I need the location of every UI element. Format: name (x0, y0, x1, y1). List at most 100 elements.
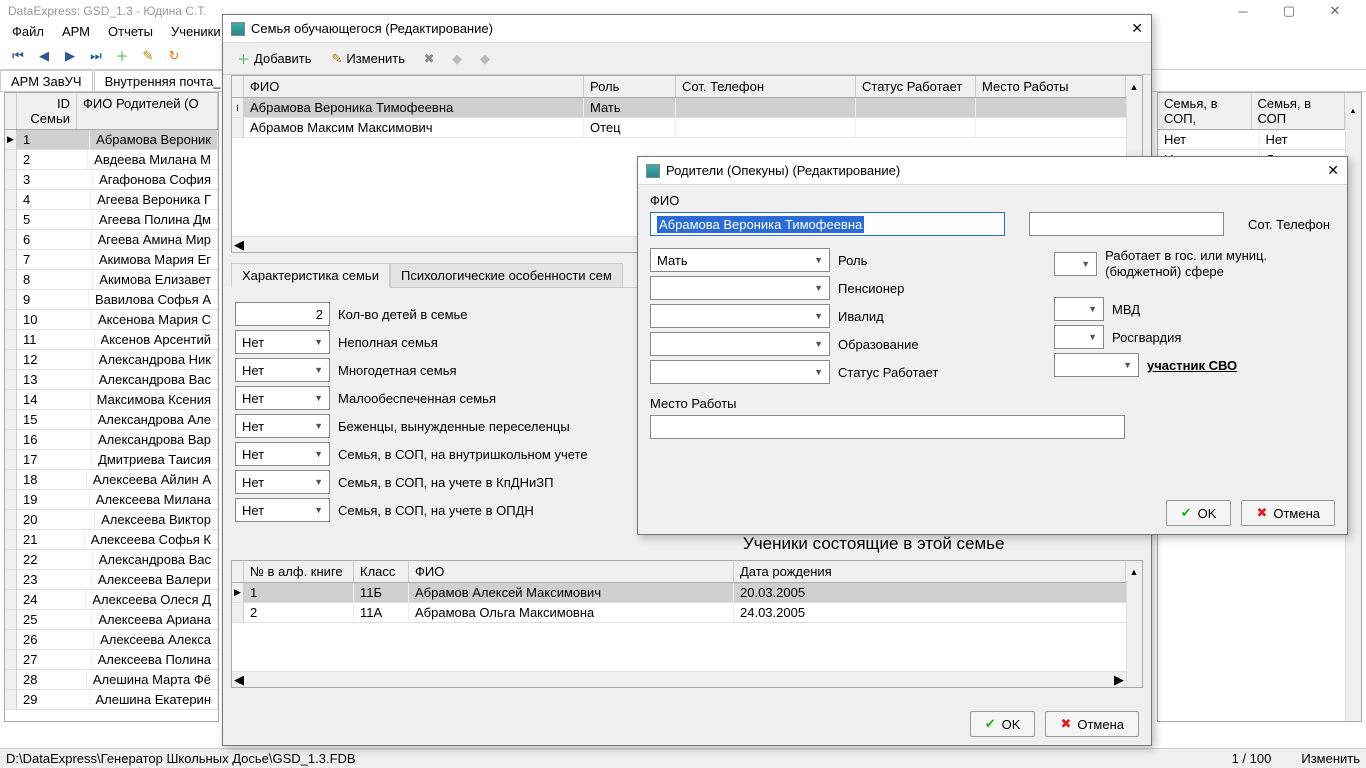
tab-psych[interactable]: Психологические особенности сем (390, 263, 623, 287)
table-row[interactable]: 27Алексеева Полина (5, 650, 218, 670)
edu-combo[interactable]: ▼ (650, 332, 830, 356)
tab-characteristics[interactable]: Характеристика семьи (231, 263, 390, 288)
edit-icon[interactable]: ✎ (136, 44, 160, 68)
status-combo[interactable]: ▼ (650, 360, 830, 384)
refugee-combo[interactable]: Нет▼ (235, 414, 330, 438)
many-combo[interactable]: Нет▼ (235, 358, 330, 382)
tab-mail[interactable]: Внутренняя почта_ (94, 70, 232, 91)
table-row[interactable]: 7Акимова Мария Ег (5, 250, 218, 270)
svo-combo[interactable]: ▼ (1054, 353, 1139, 377)
rosg-combo[interactable]: ▼ (1054, 325, 1104, 349)
col-fio[interactable]: ФИО Родителей (О (77, 93, 218, 129)
col-role[interactable]: Роль (584, 76, 676, 97)
add-button[interactable]: ＋Добавить (229, 46, 319, 71)
scrollbar-v[interactable] (1126, 581, 1142, 687)
edit-button[interactable]: ✎Изменить (323, 48, 413, 70)
maximize-button[interactable]: ▢ (1266, 0, 1312, 22)
table-row[interactable]: 13Александрова Вас (5, 370, 218, 390)
table-row[interactable]: 3Агафонова София (5, 170, 218, 190)
table-row[interactable]: 26Алексеева Алекса (5, 630, 218, 650)
sop2-combo[interactable]: Нет▼ (235, 470, 330, 494)
svo-link[interactable]: участник СВО (1147, 358, 1237, 373)
kids-count-input[interactable]: 2 (235, 302, 330, 326)
gov-combo[interactable]: ▼ (1054, 252, 1097, 276)
col-id[interactable]: ID Семьи (17, 93, 77, 129)
role-combo[interactable]: Мать▼ (650, 248, 830, 272)
table-row[interactable]: Абрамов Максим Максимович Отец (232, 118, 1142, 138)
table-row[interactable]: 17Дмитриева Таисия (5, 450, 218, 470)
col-work[interactable]: Место Работы (976, 76, 1126, 97)
nav-prev-icon[interactable]: ◀ (32, 44, 56, 68)
table-row[interactable]: 2Авдеева Милана М (5, 150, 218, 170)
table-row[interactable]: 25Алексеева Ариана (5, 610, 218, 630)
table-row[interactable]: 19Алексеева Милана (5, 490, 218, 510)
close-icon[interactable]: ✕ (1327, 162, 1339, 179)
ok-button[interactable]: ✔OK (970, 711, 1036, 737)
table-row[interactable]: 20Алексеева Виктор (5, 510, 218, 530)
table-row[interactable]: 23Алексеева Валери (5, 570, 218, 590)
table-row[interactable]: 28Алешина Марта Фё (5, 670, 218, 690)
up-icon[interactable]: ◆ (445, 47, 469, 71)
table-row[interactable]: 5Агеева Полина Дм (5, 210, 218, 230)
table-row[interactable]: 2 11А Абрамова Ольга Максимовна 24.03.20… (232, 603, 1142, 623)
nav-last-icon[interactable]: ⏭ (84, 44, 108, 68)
mvd-combo[interactable]: ▼ (1054, 297, 1104, 321)
invalid-combo[interactable]: ▼ (650, 304, 830, 328)
sop3-combo[interactable]: Нет▼ (235, 498, 330, 522)
menu-file[interactable]: Файл (4, 22, 52, 42)
table-row[interactable]: 22Александрова Вас (5, 550, 218, 570)
table-row[interactable]: 21Алексеева Софья К (5, 530, 218, 550)
table-row[interactable]: 15Александрова Але (5, 410, 218, 430)
minimize-button[interactable]: ─ (1220, 0, 1266, 22)
col-fio[interactable]: ФИО (244, 76, 584, 97)
table-row[interactable]: 16Александрова Вар (5, 430, 218, 450)
nav-next-icon[interactable]: ▶ (58, 44, 82, 68)
tab-arm[interactable]: АРМ ЗавУЧ (0, 70, 93, 91)
close-icon[interactable]: ✕ (1131, 20, 1143, 37)
add-icon[interactable]: ＋ (110, 44, 134, 68)
students-grid[interactable]: № в алф. книге Класс ФИО Дата рождения ▲… (231, 560, 1143, 688)
incomplete-combo[interactable]: Нет▼ (235, 330, 330, 354)
fio-input[interactable]: Абрамова Вероника Тимофеевна (650, 212, 1005, 236)
col-sop2[interactable]: Семья, в СОП (1252, 93, 1346, 129)
cancel-button[interactable]: ✖Отмена (1241, 500, 1335, 526)
students-heading: Ученики состоящие в этой семье (743, 534, 1151, 554)
table-row[interactable]: 29Алешина Екатерин (5, 690, 218, 710)
ok-button[interactable]: ✔OK (1166, 500, 1232, 526)
poor-combo[interactable]: Нет▼ (235, 386, 330, 410)
table-row[interactable]: 8Акимова Елизавет (5, 270, 218, 290)
table-row[interactable]: I Абрамова Вероника Тимофеевна Мать (232, 98, 1142, 118)
table-row[interactable]: 4Агеева Вероника Г (5, 190, 218, 210)
family-modal-titlebar[interactable]: Семья обучающегося (Редактирование) ✕ (223, 15, 1151, 43)
table-row[interactable]: 9Вавилова Софья А (5, 290, 218, 310)
scrollbar-h[interactable]: ◀▶ (232, 671, 1126, 687)
nav-first-icon[interactable]: ⏮ (6, 44, 30, 68)
table-row[interactable]: ▶1Абрамова Вероник (5, 130, 218, 150)
menu-students[interactable]: Ученики (163, 22, 229, 42)
delete-icon[interactable]: ✖ (417, 47, 441, 71)
menu-reports[interactable]: Отчеты (100, 22, 161, 42)
col-status[interactable]: Статус Работает (856, 76, 976, 97)
cancel-button[interactable]: ✖Отмена (1045, 711, 1139, 737)
table-row[interactable]: 18Алексеева Айлин А (5, 470, 218, 490)
table-row[interactable]: 12Александрова Ник (5, 350, 218, 370)
workplace-input[interactable] (650, 415, 1125, 439)
menu-arm[interactable]: АРМ (54, 22, 98, 42)
table-row[interactable]: 14Максимова Ксения (5, 390, 218, 410)
parent-modal-titlebar[interactable]: Родители (Опекуны) (Редактирование) ✕ (638, 157, 1347, 185)
close-button[interactable]: ✕ (1312, 0, 1358, 22)
tel-input[interactable] (1029, 212, 1224, 236)
table-row[interactable]: 11Аксенов Арсентий (5, 330, 218, 350)
refresh-icon[interactable]: ↻ (162, 44, 186, 68)
col-tel[interactable]: Сот. Телефон (676, 76, 856, 97)
table-row[interactable]: 24Алексеева Олеся Д (5, 590, 218, 610)
table-row[interactable]: ▶ 1 11Б Абрамов Алексей Максимович 20.03… (232, 583, 1142, 603)
sop1-combo[interactable]: Нет▼ (235, 442, 330, 466)
table-row[interactable]: 6Агеева Амина Мир (5, 230, 218, 250)
table-row[interactable]: НетНет (1158, 130, 1361, 150)
col-sop1[interactable]: Семья, в СОП, (1158, 93, 1252, 129)
pension-combo[interactable]: ▼ (650, 276, 830, 300)
families-grid[interactable]: ID Семьи ФИО Родителей (О ▶1Абрамова Вер… (4, 92, 219, 722)
table-row[interactable]: 10Аксенова Мария С (5, 310, 218, 330)
down-icon[interactable]: ◆ (473, 47, 497, 71)
